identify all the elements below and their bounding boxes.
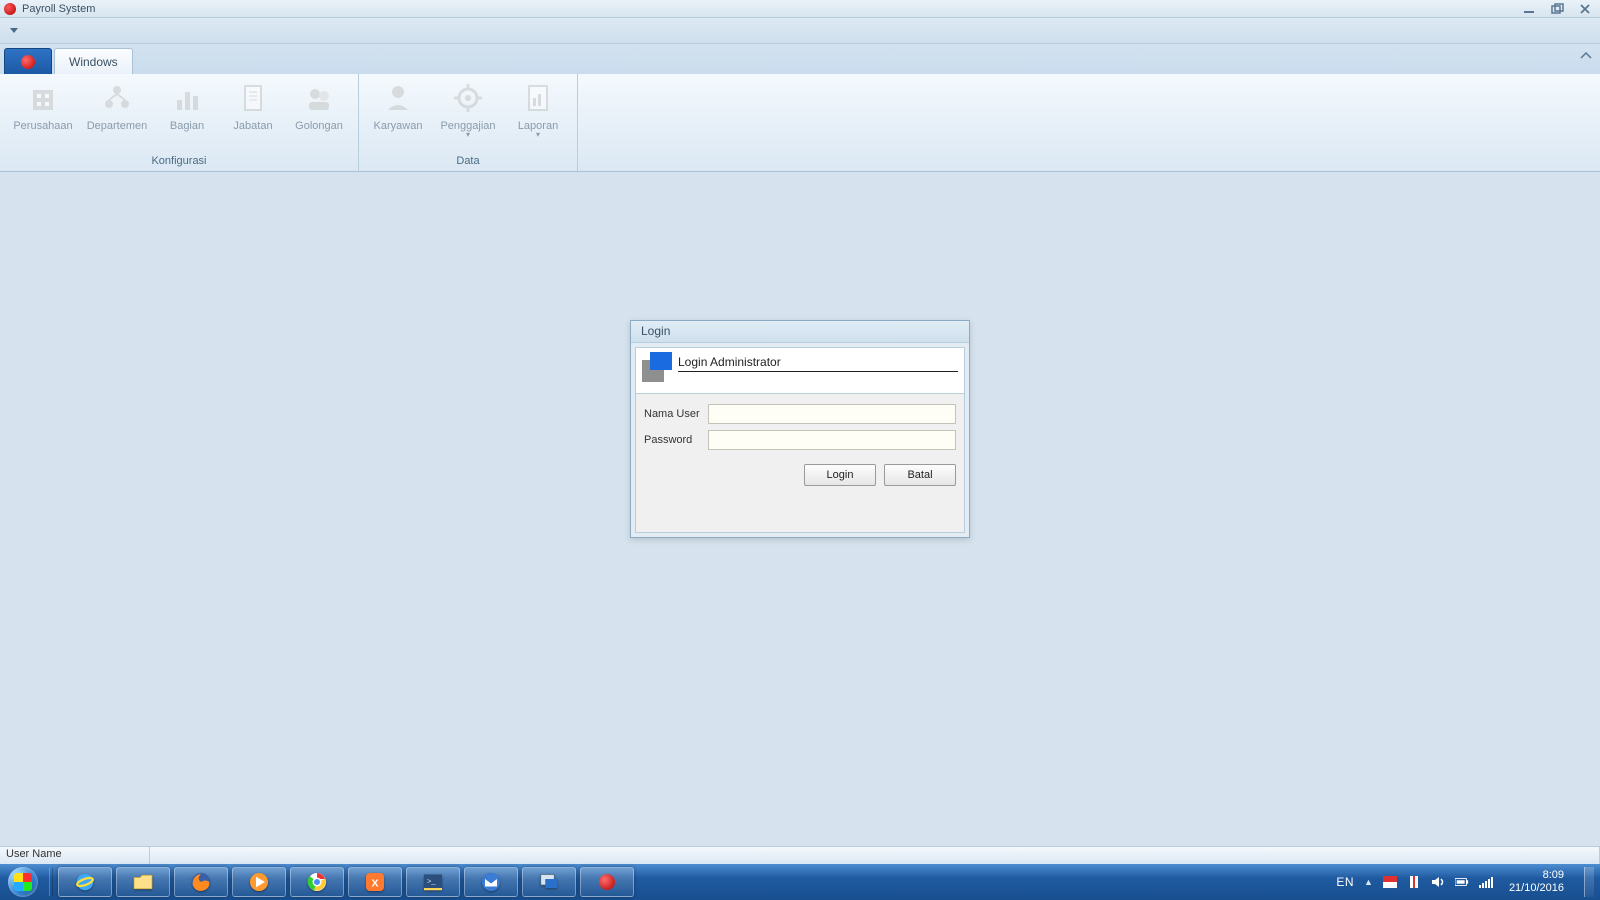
ribbon-group-data: Karyawan Penggajian ▾ Laporan ▾ Data (359, 74, 578, 171)
building-icon (27, 82, 59, 114)
password-label: Password (644, 434, 708, 446)
ribbon-item-laporan[interactable]: Laporan ▾ (507, 78, 569, 153)
taskbar-app-explorer[interactable] (116, 867, 170, 897)
password-input[interactable] (708, 430, 956, 450)
quick-access-toolbar (0, 18, 1600, 44)
windows-orb-icon (8, 867, 38, 897)
title-bar: Payroll System (0, 0, 1600, 18)
play-icon (247, 870, 271, 894)
close-button[interactable] (1574, 2, 1596, 16)
chart-icon (171, 82, 203, 114)
tab-windows-label: Windows (69, 55, 118, 69)
tray-expand-icon[interactable]: ▲ (1364, 877, 1373, 887)
ribbon-group-label: Data (359, 153, 577, 171)
tray-network-icon[interactable] (1479, 876, 1493, 888)
folder-icon (131, 870, 155, 894)
window-title: Payroll System (22, 3, 95, 15)
taskbar-app-putty[interactable]: >_ (406, 867, 460, 897)
taskbar-app-remote[interactable] (522, 867, 576, 897)
ribbon: Perusahaan Departemen Bagian Jabatan (0, 74, 1600, 172)
ribbon-item-label: Karyawan (374, 120, 423, 132)
org-icon (101, 82, 133, 114)
minimize-button[interactable] (1518, 2, 1540, 16)
qat-dropdown-icon[interactable] (10, 28, 18, 33)
ribbon-item-label: Jabatan (233, 120, 272, 132)
dropdown-icon: ▾ (466, 130, 470, 139)
login-dialog-header: Login Administrator (636, 348, 964, 394)
ribbon-item-perusahaan[interactable]: Perusahaan (8, 78, 78, 153)
taskbar-app-xampp[interactable]: X (348, 867, 402, 897)
taskbar-app-firefox[interactable] (174, 867, 228, 897)
internet-explorer-icon (73, 870, 97, 894)
svg-text:>_: >_ (427, 877, 436, 886)
ribbon-group-label: Konfigurasi (0, 153, 358, 171)
dropdown-icon: ▾ (536, 130, 540, 139)
show-desktop-button[interactable] (1584, 867, 1594, 897)
start-button[interactable] (0, 864, 46, 900)
taskbar-separator (49, 868, 53, 896)
ribbon-tab-strip: Windows (0, 44, 1600, 74)
taskbar-app-ie[interactable] (58, 867, 112, 897)
login-header-text: Login Administrator (678, 352, 958, 372)
file-tab[interactable] (4, 48, 52, 74)
ribbon-item-golongan[interactable]: Golongan (288, 78, 350, 153)
report-icon (522, 82, 554, 114)
ribbon-item-jabatan[interactable]: Jabatan (222, 78, 284, 153)
ribbon-item-label: Bagian (170, 120, 204, 132)
ribbon-group-konfigurasi: Perusahaan Departemen Bagian Jabatan (0, 74, 359, 171)
collapse-ribbon-icon[interactable] (1580, 52, 1592, 63)
login-button[interactable]: Login (804, 464, 876, 486)
tray-language[interactable]: EN (1336, 875, 1354, 889)
payroll-app-icon (599, 874, 615, 890)
login-dialog: Login Login Administrator Nama User Pass… (630, 320, 970, 538)
statusbar-username: User Name (0, 847, 150, 864)
login-dialog-title: Login (631, 321, 969, 343)
document-icon (237, 82, 269, 114)
svg-text:X: X (371, 878, 378, 890)
ribbon-item-karyawan[interactable]: Karyawan (367, 78, 429, 153)
app-icon (4, 3, 16, 15)
ribbon-item-penggajian[interactable]: Penggajian ▾ (433, 78, 503, 153)
person-icon (382, 82, 414, 114)
file-tab-icon (21, 55, 35, 69)
statusbar-blank (150, 847, 1600, 864)
mail-icon (479, 870, 503, 894)
tray-action-center-icon[interactable] (1407, 875, 1421, 889)
tray-time: 8:09 (1509, 869, 1564, 882)
remote-icon (537, 870, 561, 894)
firefox-icon (189, 870, 213, 894)
cancel-button[interactable]: Batal (884, 464, 956, 486)
maximize-button[interactable] (1546, 2, 1568, 16)
gear-icon (452, 82, 484, 114)
taskbar-app-chrome[interactable] (290, 867, 344, 897)
group-icon (303, 82, 335, 114)
ribbon-item-label: Golongan (295, 120, 343, 132)
system-tray: EN ▲ 8:09 21/10/2016 (1336, 867, 1600, 897)
ribbon-item-departemen[interactable]: Departemen (82, 78, 152, 153)
ribbon-item-label: Departemen (87, 120, 148, 132)
tray-date: 21/10/2016 (1509, 882, 1564, 895)
taskbar-app-media[interactable] (232, 867, 286, 897)
ribbon-item-bagian[interactable]: Bagian (156, 78, 218, 153)
taskbar-app-payroll[interactable] (580, 867, 634, 897)
taskbar-app-thunderbird[interactable] (464, 867, 518, 897)
tab-windows[interactable]: Windows (54, 48, 133, 74)
tray-battery-icon[interactable] (1455, 877, 1469, 887)
taskbar: X >_ EN ▲ 8:09 21/10/2016 (0, 864, 1600, 900)
xampp-icon: X (363, 870, 387, 894)
tray-volume-icon[interactable] (1431, 876, 1445, 888)
tray-clock[interactable]: 8:09 21/10/2016 (1509, 869, 1564, 895)
terminal-icon: >_ (421, 870, 445, 894)
ribbon-item-label: Perusahaan (13, 120, 72, 132)
chrome-icon (305, 870, 329, 894)
tray-flag-icon[interactable] (1383, 876, 1397, 888)
username-label: Nama User (644, 408, 708, 420)
login-header-icon (642, 352, 672, 382)
status-bar: User Name (0, 846, 1600, 864)
username-input[interactable] (708, 404, 956, 424)
